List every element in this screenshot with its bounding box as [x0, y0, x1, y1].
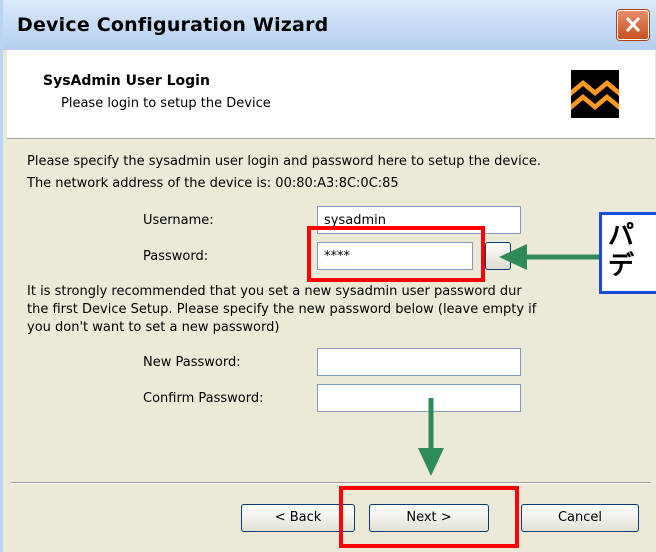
annotation-callout: パ デ: [599, 212, 656, 294]
left-arrow-head: [499, 244, 527, 270]
callout-text-line-2: デ: [608, 251, 635, 281]
callout-text-line-1: パ: [608, 221, 635, 251]
wizard-window: Device Configuration Wizard SysAdmin Use…: [0, 0, 656, 552]
annotation-arrows: [418, 244, 599, 476]
down-arrow-head: [418, 448, 444, 476]
